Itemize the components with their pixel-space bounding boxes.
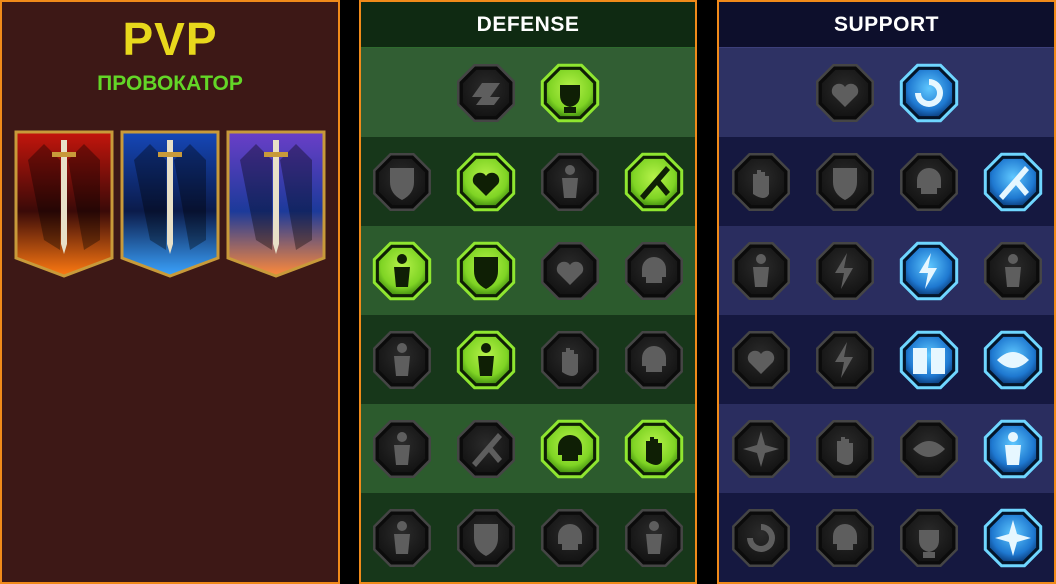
role-title: ПРОВОКАТОР	[97, 72, 243, 95]
skill-row	[719, 48, 1054, 137]
lightning-bolt-icon[interactable]	[813, 239, 877, 303]
electric-strike-icon[interactable]	[897, 239, 961, 303]
compass-star-icon[interactable]	[729, 417, 793, 481]
bleeding-cut-icon[interactable]	[981, 150, 1045, 214]
grim-skull-icon[interactable]	[813, 506, 877, 570]
hooded-head-icon[interactable]	[622, 239, 686, 303]
skill-row	[719, 493, 1054, 582]
shield-bearer-icon[interactable]	[454, 239, 518, 303]
flexing-figure-icon[interactable]	[622, 506, 686, 570]
winged-shield-icon[interactable]	[454, 506, 518, 570]
skill-row	[361, 226, 695, 315]
spiral-swirl-icon[interactable]	[897, 61, 961, 125]
bearded-head-icon[interactable]	[538, 506, 602, 570]
praying-hands-icon[interactable]	[729, 150, 793, 214]
skill-row	[361, 48, 695, 137]
skill-row	[361, 137, 695, 226]
bull-head-icon[interactable]	[622, 328, 686, 392]
evil-eye-icon[interactable]	[897, 417, 961, 481]
pvp-info-panel: PVP ПРОВОКАТОР	[0, 0, 340, 584]
support-panel: SUPPORT	[717, 0, 1056, 584]
faction-banners	[14, 130, 330, 280]
iron-fist-icon[interactable]	[897, 506, 961, 570]
skill-row	[719, 226, 1054, 315]
shield-chevron-icon[interactable]	[370, 150, 434, 214]
warrior-pair-icon[interactable]	[370, 239, 434, 303]
skill-row	[719, 404, 1054, 493]
stone-golem-icon[interactable]	[538, 150, 602, 214]
open-book-icon[interactable]	[897, 328, 961, 392]
crowd-icon[interactable]	[370, 328, 434, 392]
shadow-pair-icon[interactable]	[981, 239, 1045, 303]
dome-shield-icon[interactable]	[813, 150, 877, 214]
hand-grab-icon[interactable]	[622, 417, 686, 481]
purple-banner	[226, 130, 326, 278]
claw-marks-icon[interactable]	[454, 417, 518, 481]
radiant-skull-icon[interactable]	[538, 417, 602, 481]
voodoo-doll-icon[interactable]	[981, 417, 1045, 481]
heart-skull-icon[interactable]	[538, 239, 602, 303]
red-banner	[14, 130, 114, 278]
crossed-blades-icon[interactable]	[622, 150, 686, 214]
skill-row	[361, 493, 695, 582]
open-palm-icon[interactable]	[538, 328, 602, 392]
support-title: SUPPORT	[719, 2, 1054, 48]
skill-row	[719, 137, 1054, 226]
blue-banner	[120, 130, 220, 278]
defense-panel: DEFENSE	[359, 0, 697, 584]
mode-title: PVP	[122, 13, 218, 65]
skill-row	[719, 315, 1054, 404]
winged-boot-icon[interactable]	[813, 417, 877, 481]
heart-plus-icon[interactable]	[813, 61, 877, 125]
alien-hourglass-icon[interactable]	[454, 328, 518, 392]
dash-runner-icon[interactable]	[370, 417, 434, 481]
skill-row	[361, 404, 695, 493]
eagle-head-icon[interactable]	[981, 506, 1045, 570]
potion-flask-icon[interactable]	[729, 506, 793, 570]
skill-row	[361, 315, 695, 404]
defense-title: DEFENSE	[361, 2, 695, 48]
smoke-skull-icon[interactable]	[897, 150, 961, 214]
sparkle-figure-icon[interactable]	[729, 239, 793, 303]
chained-heart-icon[interactable]	[729, 328, 793, 392]
heart-vine-icon[interactable]	[454, 150, 518, 214]
comet-icon[interactable]	[813, 328, 877, 392]
spiked-warrior-icon[interactable]	[370, 506, 434, 570]
fierce-eyes-icon[interactable]	[981, 328, 1045, 392]
raised-fist-icon[interactable]	[538, 61, 602, 125]
shattered-floor-icon[interactable]	[454, 61, 518, 125]
